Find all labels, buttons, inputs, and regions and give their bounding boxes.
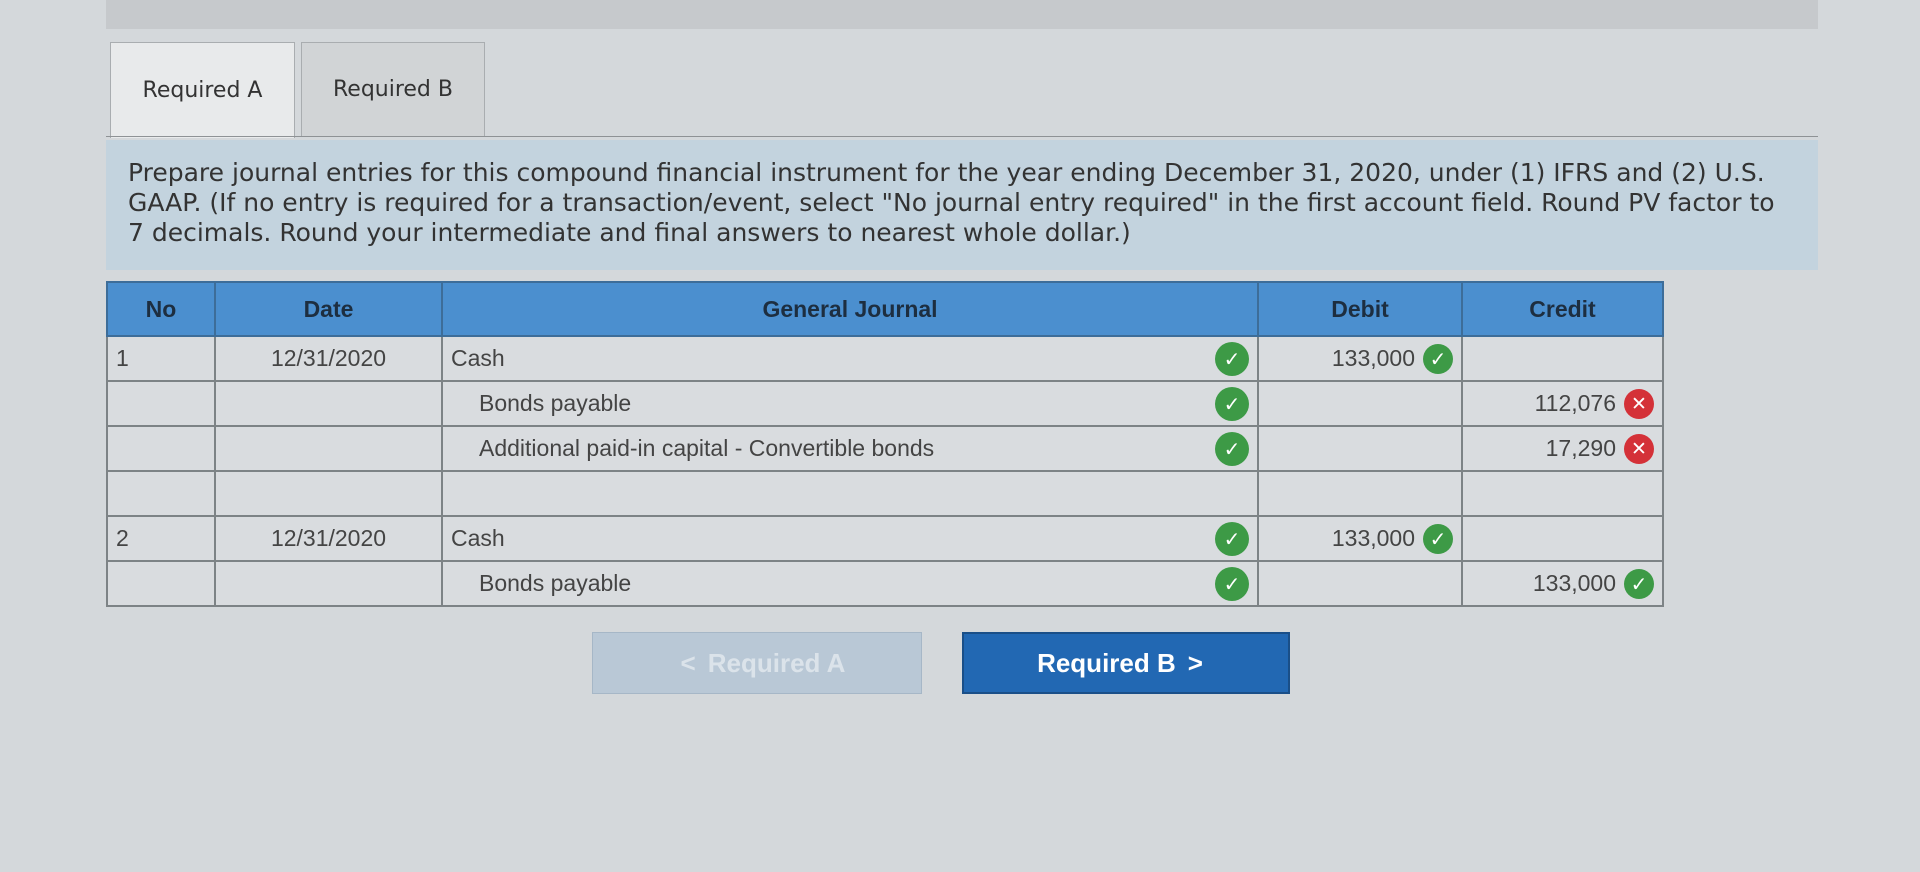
chevron-right-icon: > [1187,647,1203,678]
date-cell[interactable] [214,425,443,472]
account-cell[interactable]: Additional paid-in capital - Convertible… [441,425,1259,472]
credit-cell[interactable]: 17,290 ✕ [1461,425,1664,472]
credit-value: 133,000 [1532,570,1616,596]
debit-value: 133,000 [1331,525,1415,551]
debit-cell[interactable] [1257,470,1463,517]
tab-divider [106,136,1818,137]
entry-number-cell: 1 [106,335,216,382]
debit-cell[interactable] [1257,560,1463,607]
entry-number-cell [106,560,216,607]
debit-cell[interactable]: 133,000 ✓ [1257,515,1463,562]
check-circle-icon: ✓ [1423,343,1453,374]
credit-value: 17,290 [1545,435,1616,461]
table-header-row: No Date General Journal Debit Credit [106,281,1664,337]
account-cell[interactable]: Cash ✓ [441,515,1259,562]
x-circle-icon: ✕ [1624,388,1654,419]
tab-required-a[interactable]: Required A [110,42,295,138]
debit-cell[interactable] [1257,425,1463,472]
date-cell[interactable]: 12/31/2020 [214,515,443,562]
date-cell[interactable] [214,380,443,427]
entry-number-cell [106,470,216,517]
x-circle-icon: ✕ [1624,433,1654,464]
account-name: Bonds payable [479,390,632,416]
check-circle-icon: ✓ [1624,568,1654,599]
credit-value: 112,076 [1534,390,1616,416]
debit-cell[interactable] [1257,380,1463,427]
debit-value: 133,000 [1331,345,1415,371]
entry-number-cell [106,380,216,427]
check-circle-icon: ✓ [1215,431,1249,466]
entry-number-cell [106,425,216,472]
previous-required-a-button[interactable]: < Required A [592,632,922,694]
next-required-b-button[interactable]: Required B > [962,632,1290,694]
account-cell[interactable]: Cash ✓ [441,335,1259,382]
tab-required-b[interactable]: Required B [301,42,485,136]
credit-cell[interactable]: 112,076 ✕ [1461,380,1664,427]
credit-cell[interactable] [1461,470,1664,517]
table-row: 1 12/31/2020 Cash ✓ 133,000 ✓ [106,335,1664,382]
check-circle-icon: ✓ [1423,523,1453,554]
check-circle-icon: ✓ [1215,386,1249,421]
debit-cell[interactable]: 133,000 ✓ [1257,335,1463,382]
header-credit: Credit [1461,281,1664,337]
account-name: Cash [451,345,505,371]
header-date: Date [214,281,443,337]
entry-number-cell: 2 [106,515,216,562]
account-cell[interactable]: Bonds payable ✓ [441,380,1259,427]
table-row: Additional paid-in capital - Convertible… [106,425,1664,472]
credit-cell[interactable] [1461,335,1664,382]
general-journal-table: No Date General Journal Debit Credit 1 1… [106,281,1664,607]
instructions-text: Prepare journal entries for this compoun… [106,140,1818,270]
account-cell[interactable] [441,470,1259,517]
credit-cell[interactable]: 133,000 ✓ [1461,560,1664,607]
credit-cell[interactable] [1461,515,1664,562]
check-circle-icon: ✓ [1215,521,1249,556]
table-row [106,470,1664,517]
account-name: Cash [451,525,505,551]
next-button-label: Required B [1037,647,1176,678]
account-name: Bonds payable [479,570,632,596]
date-cell[interactable] [214,470,443,517]
check-circle-icon: ✓ [1215,566,1249,601]
date-cell[interactable] [214,560,443,607]
previous-button-label: Required A [707,647,846,678]
account-name: Additional paid-in capital - Convertible… [479,435,935,461]
table-row: 2 12/31/2020 Cash ✓ 133,000 ✓ [106,515,1664,562]
header-general-journal: General Journal [441,281,1259,337]
check-circle-icon: ✓ [1215,341,1249,376]
account-cell[interactable]: Bonds payable ✓ [441,560,1259,607]
table-row: Bonds payable ✓ 112,076 ✕ [106,380,1664,427]
header-no: No [106,281,216,337]
top-bar [106,0,1818,29]
table-row: Bonds payable ✓ 133,000 ✓ [106,560,1664,607]
header-debit: Debit [1257,281,1463,337]
date-cell[interactable]: 12/31/2020 [214,335,443,382]
chevron-left-icon: < [680,647,696,678]
